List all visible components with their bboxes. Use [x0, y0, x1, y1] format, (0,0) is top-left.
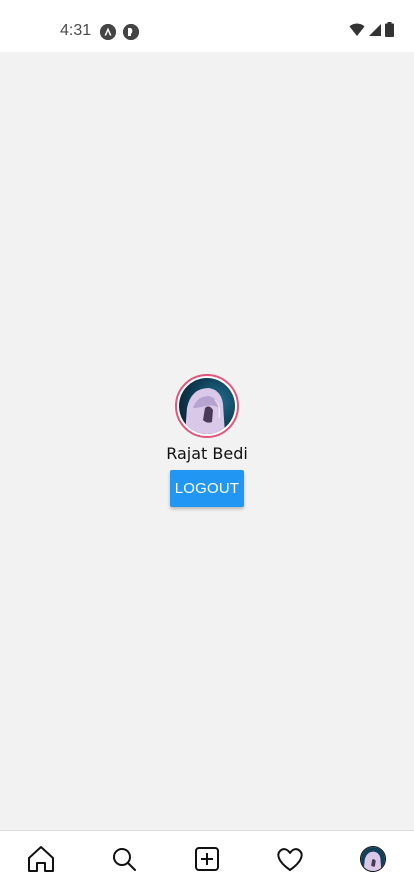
wifi-icon [349, 23, 365, 42]
home-icon [28, 846, 54, 872]
logout-button[interactable]: LOGOUT [170, 470, 244, 507]
app-notification-icon [123, 24, 139, 40]
profile-avatar [360, 846, 386, 872]
heart-icon [277, 848, 303, 871]
search-icon [113, 848, 136, 871]
profile-photo [179, 378, 235, 434]
nav-search[interactable] [107, 842, 141, 876]
profile-name: Rajat Bedi [166, 444, 248, 463]
nav-activity[interactable] [273, 842, 307, 876]
nav-add[interactable] [190, 842, 224, 876]
signal-icon [368, 23, 382, 42]
status-time: 4:31 [60, 22, 92, 39]
nav-home[interactable] [24, 842, 58, 876]
status-indicators [349, 22, 394, 42]
battery-icon [385, 22, 394, 42]
profile-screen: Rajat Bedi LOGOUT [0, 52, 414, 830]
app-notification-icon [100, 24, 116, 40]
nav-profile[interactable] [356, 842, 390, 876]
bottom-navigation [0, 830, 414, 896]
add-post-icon [195, 847, 219, 871]
avatar[interactable] [175, 374, 239, 438]
status-bar: 4:31 [0, 0, 414, 52]
